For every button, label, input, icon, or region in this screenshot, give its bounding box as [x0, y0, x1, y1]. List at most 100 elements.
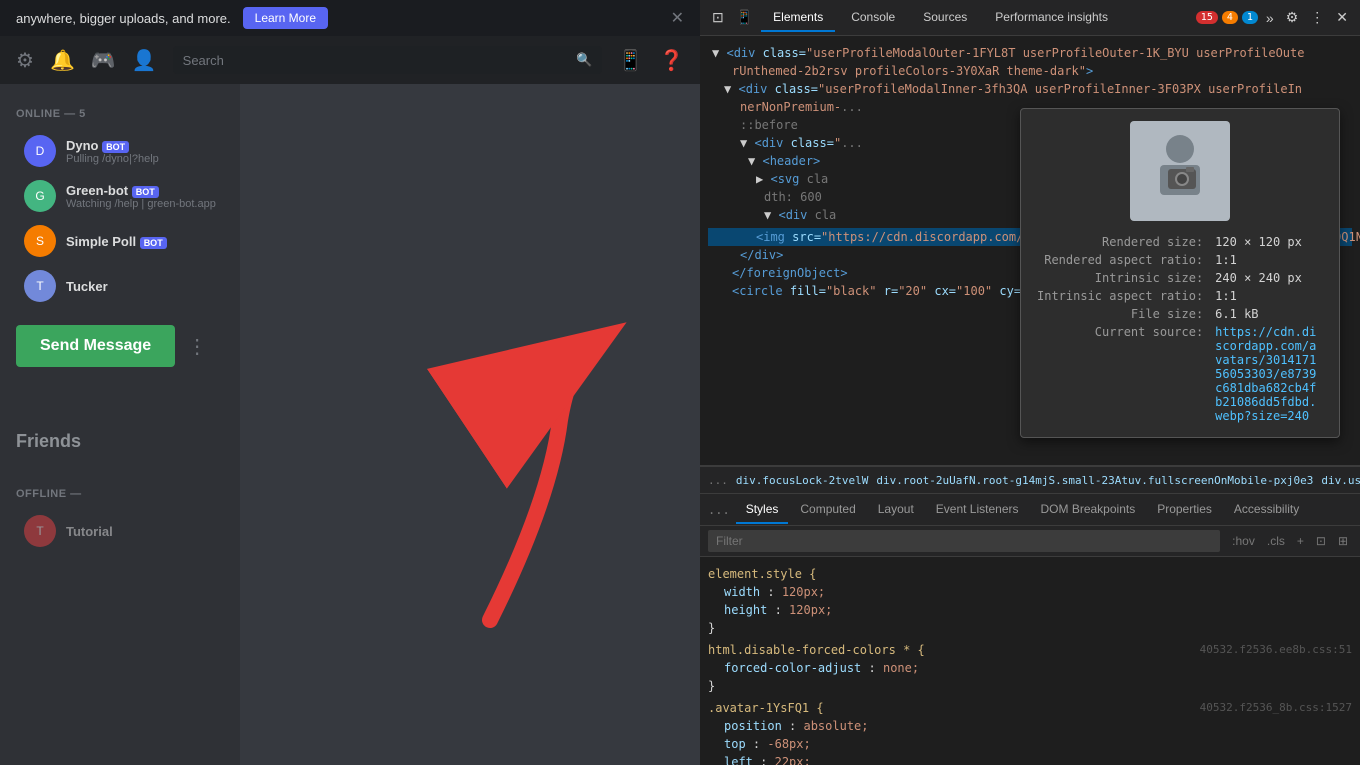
main-chat [240, 84, 700, 765]
tab-computed[interactable]: Computed [790, 496, 865, 524]
toolbar-icon-6[interactable]: ❓ [659, 48, 684, 73]
close-banner-icon[interactable]: ✕ [671, 8, 684, 28]
devtools-inspect-icon[interactable]: ⊡ [708, 5, 728, 30]
preview-info-table: Rendered size: 120 × 120 px Rendered asp… [1033, 233, 1327, 425]
info-badge: 1 [1242, 11, 1258, 24]
user-name-tucker: Tucker [66, 279, 224, 294]
settings-icon[interactable]: ⚙ [1282, 5, 1303, 30]
breadcrumb-item-1[interactable]: div.focusLock-2tvelW [736, 474, 868, 487]
avatar-dyno: D [24, 135, 56, 167]
user-item-dyno[interactable]: D Dyno BOT Pulling /dyno|?help [8, 129, 232, 173]
bot-badge-greenbot: BOT [132, 186, 159, 198]
tree-line-1: ▼ <div class="userProfileModalOuter-1FYL… [708, 44, 1352, 62]
css-prop-top: top : -68px; [724, 735, 1352, 753]
user-name-simplepoll: Simple Poll BOT [66, 234, 224, 249]
avatar-tucker: T [24, 270, 56, 302]
toolbar-icon-4[interactable]: 👤 [132, 48, 157, 73]
css-prop-height: height : 120px; [724, 601, 1352, 619]
image-preview-popup: Rendered size: 120 × 120 px Rendered asp… [1020, 108, 1340, 438]
tab-properties[interactable]: Properties [1147, 496, 1222, 524]
breadcrumb-item-3[interactable]: div.userProfileM ... [1321, 474, 1360, 487]
action-buttons-area: Send Message ⋮ [0, 309, 240, 383]
user-name-tutorial: Tutorial [66, 524, 224, 539]
devtools-right-icons: 15 4 1 » ⚙ ⋮ ✕ [1196, 5, 1352, 30]
bottom-tabs: ... Styles Computed Layout Event Listene… [700, 494, 1360, 526]
devtools-tab-performance[interactable]: Performance insights [983, 4, 1120, 32]
discord-content: ONLINE — 5 D Dyno BOT Pulling /dyno|?hel… [0, 84, 700, 765]
bottom-dots: ... [708, 503, 730, 517]
user-item-tucker[interactable]: T Tucker [8, 264, 232, 308]
avatar-tutorial: T [24, 515, 56, 547]
tree-line-2: rUnthemed-2b2rsv profileColors-3Y0XaR th… [708, 62, 1352, 80]
filter-input[interactable] [708, 530, 1220, 552]
devtools-body: ▼ <div class="userProfileModalOuter-1FYL… [700, 36, 1360, 765]
css-selector-1: element.style { [708, 567, 816, 581]
avatar-preview-image [1130, 121, 1230, 221]
hov-button[interactable]: :hov [1228, 534, 1259, 548]
css-prop-forced: forced-color-adjust : none; [724, 659, 1352, 677]
devtools-tab-sources[interactable]: Sources [911, 4, 979, 32]
banner-text: anywhere, bigger uploads, and more. [16, 11, 231, 26]
devtools-device-icon[interactable]: 📱 [732, 5, 757, 30]
user-item-simplepoll[interactable]: S Simple Poll BOT [8, 219, 232, 263]
breadcrumb-dots: ... [708, 474, 728, 487]
search-icon: 🔍 [576, 52, 592, 68]
devtools-tab-console[interactable]: Console [839, 4, 907, 32]
css-selector-3: .avatar-1YsFQ1 { [708, 701, 824, 715]
css-props-1: width : 120px; height : 120px; [708, 583, 1352, 619]
css-props-3: position : absolute; top : -68px; left :… [708, 717, 1352, 765]
toolbar-icon-3[interactable]: 🎮 [91, 48, 116, 73]
rendered-aspect-row: Rendered aspect ratio: 1:1 [1033, 251, 1327, 269]
css-close-1: } [708, 621, 715, 635]
breadcrumb-item-2[interactable]: div.root-2uUafN.root-g14mjS.small-23Atuv… [876, 474, 1313, 487]
send-message-button[interactable]: Send Message [16, 325, 175, 367]
breadcrumb-bar: ... div.focusLock-2tvelW div.root-2uUafN… [700, 466, 1360, 494]
toggle-sidebar-btn[interactable]: ⊡ [1312, 534, 1330, 548]
tab-styles[interactable]: Styles [736, 496, 789, 524]
file-size-row: File size: 6.1 kB [1033, 305, 1327, 323]
toolbar-icon-1[interactable]: ⚙ [16, 48, 34, 73]
bot-badge-dyno: BOT [102, 141, 129, 153]
discord-panel: anywhere, bigger uploads, and more. Lear… [0, 0, 700, 765]
learn-more-button[interactable]: Learn More [243, 7, 328, 29]
error-badge: 15 [1196, 11, 1218, 24]
user-item-greenbot[interactable]: G Green-bot BOT Watching /help | green-b… [8, 174, 232, 218]
sidebar: ONLINE — 5 D Dyno BOT Pulling /dyno|?hel… [0, 84, 240, 765]
styles-panel: element.style { width : 120px; height : … [700, 557, 1360, 765]
tree-line-3: ▼ <div class="userProfileModalInner-3fh3… [708, 80, 1352, 98]
warning-badge: 4 [1222, 11, 1238, 24]
offline-section-header: OFFLINE — [0, 480, 240, 508]
user-name-greenbot: Green-bot BOT Watching /help | green-bot… [66, 183, 224, 210]
layout-btn[interactable]: ⊞ [1334, 534, 1352, 548]
avatar-greenbot: G [24, 180, 56, 212]
source-link[interactable]: https://cdn.discordapp.com/avatars/30141… [1215, 325, 1316, 423]
intrinsic-aspect-row: Intrinsic aspect ratio: 1:1 [1033, 287, 1327, 305]
more-options-devtools[interactable]: ⋮ [1306, 5, 1328, 30]
tab-dom-breakpoints[interactable]: DOM Breakpoints [1031, 496, 1146, 524]
tab-layout[interactable]: Layout [868, 496, 924, 524]
filter-actions: :hov .cls + ⊡ ⊞ [1228, 534, 1352, 548]
css-prop-width: width : 120px; [724, 583, 1352, 601]
css-close-2: } [708, 679, 715, 693]
search-bar[interactable]: Search 🔍 [173, 46, 603, 74]
discord-toolbar: ⚙ 🔔 🎮 👤 Search 🔍 📱 ❓ [0, 36, 700, 84]
user-item-tutorial[interactable]: T Tutorial [8, 509, 232, 553]
more-options-button[interactable]: ⋮ [187, 334, 207, 359]
top-banner: anywhere, bigger uploads, and more. Lear… [0, 0, 700, 36]
css-prop-left: left : 22px; [724, 753, 1352, 765]
devtools-tab-elements[interactable]: Elements [761, 4, 835, 32]
toolbar-icon-5[interactable]: 📱 [618, 48, 643, 73]
close-devtools-icon[interactable]: ✕ [1332, 5, 1352, 30]
devtools-panel: ⊡ 📱 Elements Console Sources Performance… [700, 0, 1360, 765]
current-source-row: Current source: https://cdn.discordapp.c… [1033, 323, 1327, 425]
toolbar-icon-2[interactable]: 🔔 [50, 48, 75, 73]
add-style-btn[interactable]: + [1293, 534, 1308, 548]
css-prop-position: position : absolute; [724, 717, 1352, 735]
cls-button[interactable]: .cls [1263, 534, 1289, 548]
tab-accessibility[interactable]: Accessibility [1224, 496, 1309, 524]
user-name-dyno: Dyno BOT Pulling /dyno|?help [66, 138, 224, 165]
devtools-toolbar: ⊡ 📱 Elements Console Sources Performance… [700, 0, 1360, 36]
more-tabs-button[interactable]: » [1262, 6, 1278, 30]
css-rule-avatar: 40532.f2536_8b.css:1527 .avatar-1YsFQ1 {… [708, 699, 1352, 765]
tab-event-listeners[interactable]: Event Listeners [926, 496, 1029, 524]
